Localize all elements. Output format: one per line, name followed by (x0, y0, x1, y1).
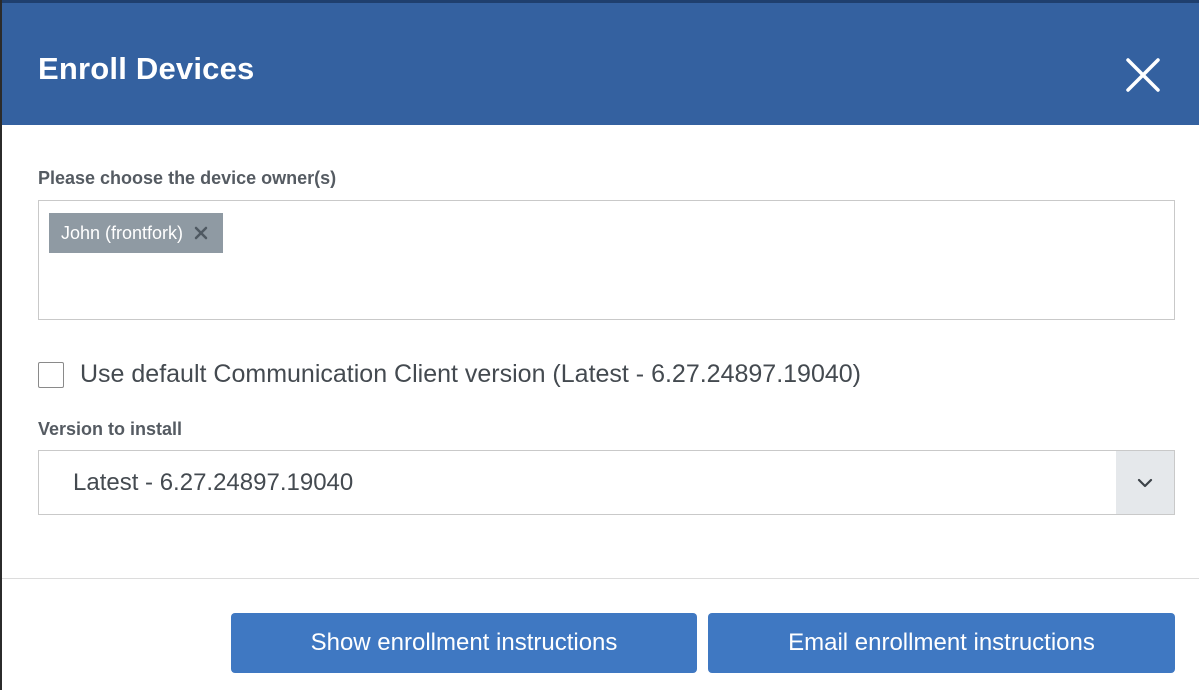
close-icon (1126, 58, 1160, 92)
dialog-header: Enroll Devices (2, 0, 1199, 125)
default-version-checkbox[interactable] (38, 361, 64, 388)
owners-input[interactable]: John (frontfork) (38, 200, 1175, 320)
version-selected-value: Latest - 6.27.24897.19040 (73, 469, 354, 496)
chevron-down-icon (1137, 478, 1153, 487)
dialog-title: Enroll Devices (38, 51, 255, 86)
version-select[interactable]: Latest - 6.27.24897.19040 (38, 450, 1175, 515)
default-version-label[interactable]: Use default Communication Client version… (80, 360, 861, 389)
default-version-option: Use default Communication Client version… (38, 360, 861, 389)
remove-tag-icon (194, 226, 208, 240)
email-enrollment-instructions-button[interactable]: Email enrollment instructions (708, 613, 1175, 673)
remove-tag-button[interactable] (193, 225, 209, 241)
version-dropdown-toggle[interactable] (1116, 451, 1174, 514)
owner-tag: John (frontfork) (49, 213, 224, 253)
enroll-devices-dialog: Enroll Devices Please choose the device … (0, 0, 1199, 690)
show-enrollment-instructions-button[interactable]: Show enrollment instructions (231, 613, 697, 673)
version-label: Version to install (38, 419, 183, 439)
footer-divider (2, 578, 1199, 579)
owners-label: Please choose the device owner(s) (38, 168, 337, 188)
owner-tag-label: John (frontfork) (61, 222, 184, 243)
close-button[interactable] (1123, 55, 1163, 95)
